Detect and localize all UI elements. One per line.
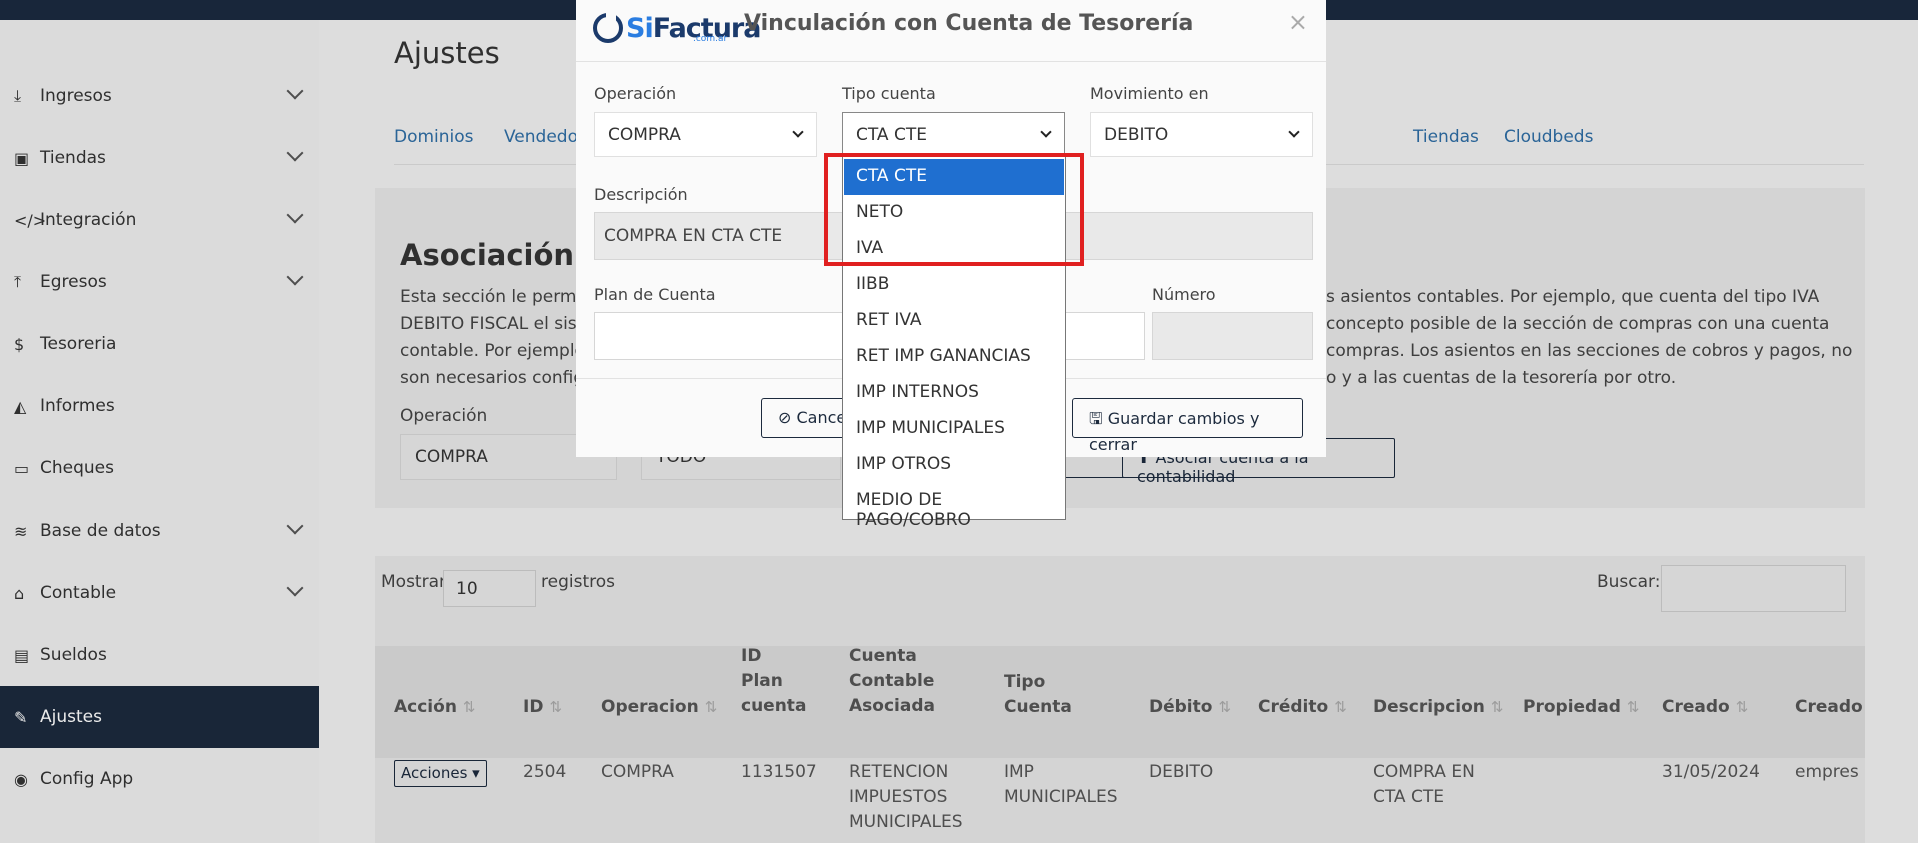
tipo-cuenta-label: Tipo cuenta bbox=[842, 84, 936, 103]
tipo-cuenta-value: CTA CTE bbox=[856, 125, 927, 145]
sifactura-logo: Si Factura bbox=[593, 8, 761, 48]
dropdown-option[interactable]: RET IMP GANANCIAS bbox=[844, 339, 1064, 375]
operacion-value: COMPRA bbox=[608, 125, 681, 145]
logo-si-text: Si bbox=[626, 12, 654, 44]
numero-input[interactable] bbox=[1152, 312, 1313, 360]
dropdown-option[interactable]: IMP MUNICIPALES bbox=[844, 411, 1064, 447]
movimiento-select[interactable]: DEBITO bbox=[1090, 112, 1313, 157]
movimiento-label: Movimiento en bbox=[1090, 84, 1209, 103]
descripcion-label: Descripción bbox=[594, 185, 688, 204]
dropdown-option[interactable]: MEDIO DE PAGO/COBRO bbox=[844, 483, 1064, 530]
chevron-down-icon bbox=[1040, 126, 1052, 138]
dropdown-option[interactable]: IMP OTROS bbox=[844, 447, 1064, 483]
tipo-cuenta-select[interactable]: CTA CTE bbox=[842, 112, 1065, 157]
numero-label: Número bbox=[1152, 285, 1216, 304]
modal-title: Vinculación con Cuenta de Tesorería bbox=[744, 11, 1194, 36]
modal-header: Si Factura .com.ar Vinculación con Cuenta… bbox=[576, 0, 1326, 62]
dropdown-option[interactable]: IIBB bbox=[844, 267, 1064, 303]
operacion-label: Operación bbox=[594, 84, 677, 103]
dropdown-option[interactable]: IMP INTERNOS bbox=[844, 375, 1064, 411]
plan-de-cuenta-label: Plan de Cuenta bbox=[594, 285, 716, 304]
save-and-close-button[interactable]: 🖫 Guardar cambios y cerrar bbox=[1072, 398, 1303, 454]
dropdown-option[interactable]: RET IVA bbox=[844, 303, 1064, 339]
cancel-button[interactable]: ⊘ Cancel bbox=[761, 398, 851, 438]
chevron-down-icon bbox=[792, 126, 804, 138]
close-icon[interactable]: × bbox=[1288, 8, 1308, 36]
highlight-annotation-box bbox=[824, 153, 1084, 266]
chevron-down-icon bbox=[1288, 126, 1300, 138]
operacion-select[interactable]: COMPRA bbox=[594, 112, 817, 157]
movimiento-value: DEBITO bbox=[1104, 125, 1169, 145]
logo-domain-text: .com.ar bbox=[693, 34, 728, 44]
logo-mark-icon bbox=[593, 13, 623, 43]
